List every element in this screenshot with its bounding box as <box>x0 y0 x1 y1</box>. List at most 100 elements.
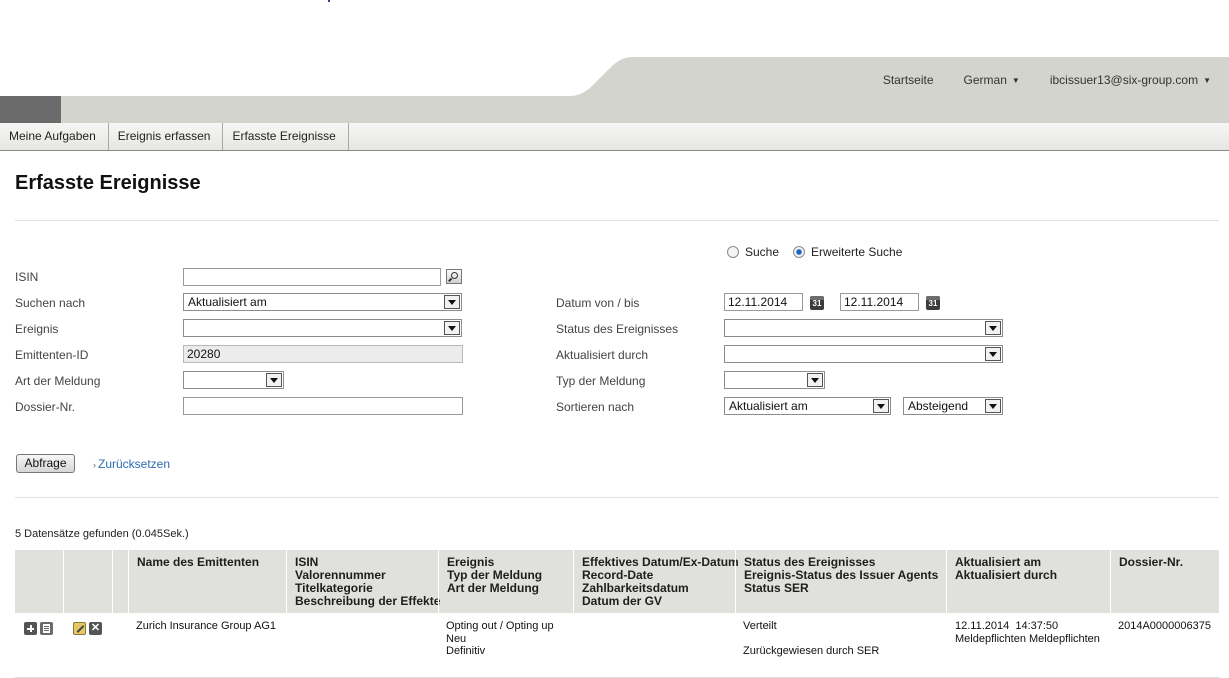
notice-type: Definitiv <box>446 645 486 657</box>
radio-selected-icon <box>793 246 806 258</box>
sort-by-label: Sortieren nach <box>556 400 635 414</box>
col-event: Ereignis Typ der Meldung Art der Meldung <box>438 550 573 613</box>
header-background <box>0 57 1229 123</box>
chevron-down-icon <box>985 321 1001 335</box>
home-link[interactable]: Startseite <box>883 73 934 87</box>
chevron-down-icon <box>873 399 889 413</box>
col-issuer-name: Name des Emittenten <box>128 550 286 613</box>
event-status-label: Status des Ereignisses <box>556 322 679 336</box>
isin-lookup-button[interactable] <box>446 269 462 284</box>
sort-order-select[interactable]: Absteigend <box>903 397 1003 415</box>
column-header: Name des Emittenten <box>137 555 260 569</box>
cell-dossier: 2014A0000006375 <box>1118 620 1211 632</box>
details-icon[interactable] <box>40 622 53 635</box>
sort-by-value: Aktualisiert am <box>729 399 808 413</box>
user-menu[interactable]: ibcissuer13@six-group.com ▼ <box>1050 73 1211 87</box>
radio-label: Suche <box>745 245 780 259</box>
col-dates: Effektives Datum/Ex-Datum Record-Date Za… <box>573 550 739 613</box>
user-label: ibcissuer13@six-group.com <box>1049 73 1199 87</box>
page-title: Erfasste Ereignisse <box>15 172 201 194</box>
col-isin: ISIN Valorennummer Titelkategorie Beschr… <box>286 550 441 613</box>
nav-item-capture-event[interactable]: Ereignis erfassen <box>109 123 224 150</box>
main-nav: Meine Aufgaben Ereignis erfassen Erfasst… <box>0 123 1229 151</box>
date-to-input[interactable] <box>840 293 919 311</box>
event-status-select[interactable] <box>724 319 1003 337</box>
radio-simple-search[interactable]: Suche <box>727 245 779 259</box>
event-name: Opting out / Opting up <box>446 620 554 632</box>
search-icon <box>451 272 458 279</box>
isin-input[interactable] <box>183 268 441 286</box>
column-header: Status SER <box>744 581 809 595</box>
chevron-down-icon <box>985 347 1001 361</box>
nav-item-captured-events[interactable]: Erfasste Ereignisse <box>223 123 349 150</box>
divider <box>15 497 1219 498</box>
message-type-select[interactable] <box>724 371 825 389</box>
chevron-down-icon <box>807 373 823 387</box>
col-updated: Aktualisiert am Aktualisiert durch <box>946 550 1110 613</box>
isin-label: ISIN <box>15 270 39 284</box>
updated-by: Meldepflichten Meldepflichten <box>955 632 1100 645</box>
column-header: Datum der GV <box>582 594 663 608</box>
sort-order-value: Absteigend <box>908 399 969 413</box>
language-menu[interactable]: German ▼ <box>964 73 1020 87</box>
chevron-down-icon <box>266 373 282 387</box>
chevron-down-icon <box>444 321 460 335</box>
expand-icon[interactable] <box>24 622 37 635</box>
message-type: Neu <box>446 632 467 645</box>
notice-type-label: Art der Meldung <box>15 374 101 388</box>
calendar-icon[interactable]: 31 <box>926 296 940 310</box>
header-links: Startseite German ▼ ibcissuer13@six-group… <box>883 73 1211 87</box>
col-expand <box>15 550 64 613</box>
radio-label: Erweiterte Suche <box>811 245 903 259</box>
calendar-icon[interactable]: 31 <box>810 296 824 310</box>
language-label: German <box>963 73 1007 87</box>
reset-link[interactable]: › Zurücksetzen <box>93 457 170 471</box>
search-by-select[interactable]: Aktualisiert am <box>183 293 462 311</box>
dossier-label: Dossier-Nr. <box>15 400 76 414</box>
issuer-agent-status <box>743 633 879 646</box>
dossier-input[interactable] <box>183 397 463 415</box>
message-type-label: Typ der Meldung <box>556 374 646 388</box>
date-from-input[interactable] <box>724 293 803 311</box>
table-header: Name des Emittenten ISIN Valorennummer T… <box>15 550 1219 613</box>
cell-issuer: Zurich Insurance Group AG1 <box>136 620 277 632</box>
query-button[interactable]: Abfrage <box>16 454 75 473</box>
column-header: Art der Meldung <box>447 581 539 595</box>
delete-icon[interactable]: ✕ <box>89 622 102 635</box>
col-blank <box>112 550 129 613</box>
divider <box>15 220 1219 221</box>
search-by-label: Suchen nach <box>15 296 86 310</box>
caret-down-icon: ▼ <box>1203 76 1211 85</box>
col-status: Status des Ereignisses Ereignis-Status d… <box>735 550 946 613</box>
search-by-value: Aktualisiert am <box>188 295 267 309</box>
chevron-down-icon <box>444 295 460 309</box>
event-label: Ereignis <box>15 322 59 336</box>
ser-status: Zurückgewiesen durch SER <box>743 645 880 657</box>
sort-by-select[interactable]: Aktualisiert am <box>724 397 891 415</box>
column-header: Aktualisiert durch <box>955 568 1058 582</box>
issuer-id-label: Emittenten-ID <box>15 348 89 362</box>
cell-status: Verteilt Zurückgewiesen durch SER <box>743 620 879 658</box>
edit-icon[interactable] <box>73 622 86 635</box>
event-status: Verteilt <box>743 620 777 632</box>
updated-at: 12.11.2014 14:37:50 <box>955 620 1059 632</box>
caret-down-icon: ▼ <box>1011 76 1020 85</box>
chevron-down-icon <box>985 399 1001 413</box>
issuer-id-field <box>183 345 463 363</box>
search-mode-group: Suche Erweiterte Suche <box>727 245 902 259</box>
cell-updated: 12.11.2014 14:37:50 Meldepflichten Melde… <box>955 620 1100 645</box>
cell-event: Opting out / Opting up Neu Definitiv <box>446 620 554 658</box>
notice-type-select[interactable] <box>183 371 284 389</box>
updated-by-label: Aktualisiert durch <box>556 348 649 362</box>
date-range-label: Datum von / bis <box>556 296 640 310</box>
col-actions <box>63 550 112 613</box>
chevron-right-icon: › <box>93 460 96 470</box>
column-header: Beschreibung der Effekte <box>295 594 441 608</box>
result-count: 5 Datensätze gefunden (0.045Sek.) <box>15 528 189 540</box>
updated-by-select[interactable] <box>724 345 1003 363</box>
radio-icon <box>727 246 739 258</box>
radio-advanced-search[interactable]: Erweiterte Suche <box>793 245 902 259</box>
nav-item-my-tasks[interactable]: Meine Aufgaben <box>0 123 109 150</box>
event-select[interactable] <box>183 319 462 337</box>
col-dossier: Dossier-Nr. <box>1110 550 1219 613</box>
